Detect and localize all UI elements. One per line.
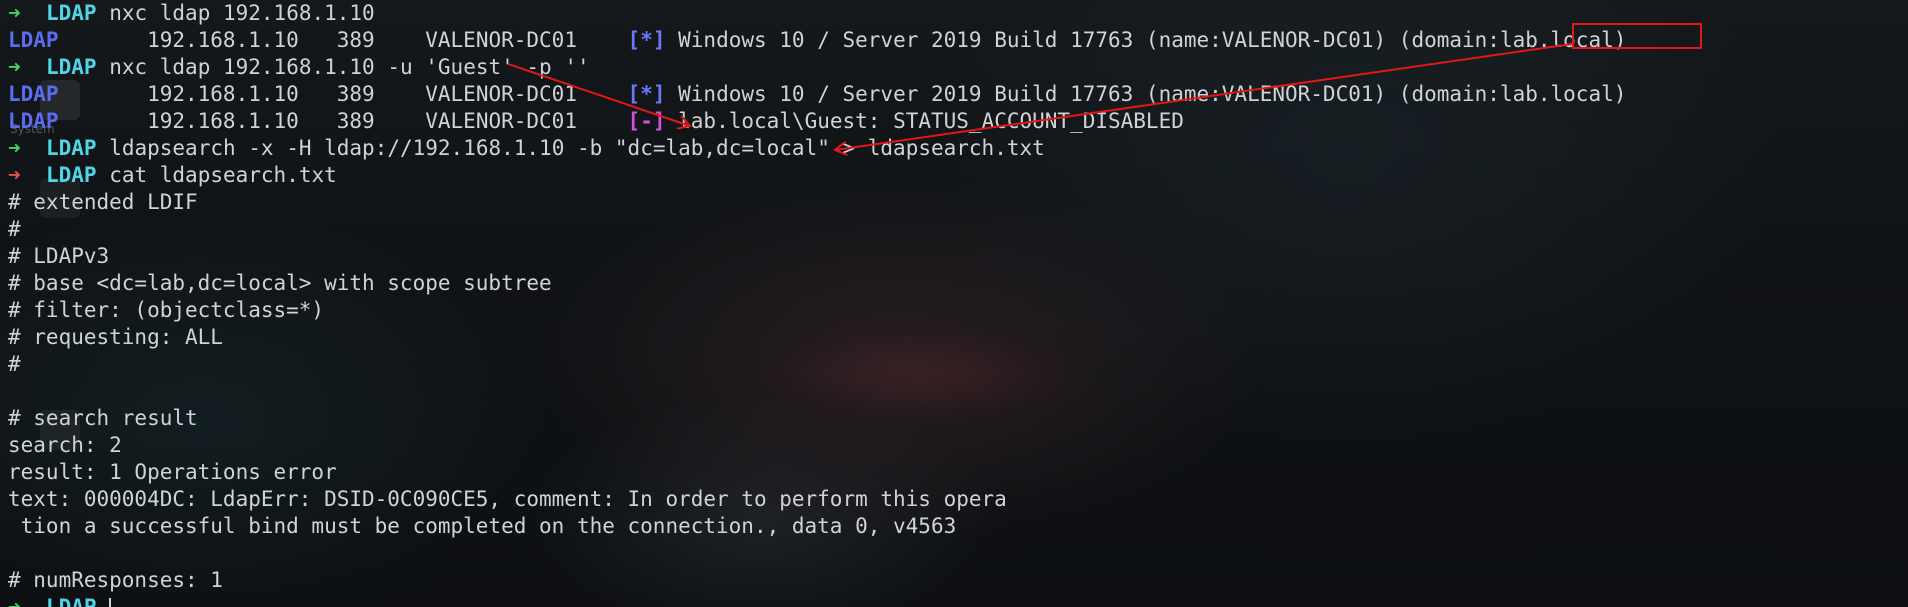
output-text: # numResponses: 1: [8, 568, 223, 592]
output-line: # search result: [8, 405, 1626, 432]
output-text: # filter: (objectclass=*): [8, 298, 325, 322]
output-text: text: 000004DC: LdapErr: DSID-0C090CE5, …: [8, 487, 1007, 511]
prompt-directory: LDAP: [45, 136, 97, 160]
nxc-output-line: LDAP 192.168.1.10 389 VALENOR-DC01 [*] W…: [8, 27, 1626, 54]
text-cursor[interactable]: [109, 598, 112, 607]
prompt-directory: LDAP: [45, 163, 97, 187]
prompt-directory: LDAP: [45, 1, 97, 25]
output-text: #: [8, 217, 21, 241]
host-name: VALENOR-DC01: [425, 82, 628, 106]
output-line: # extended LDIF: [8, 189, 1626, 216]
prompt-directory: LDAP: [45, 595, 97, 607]
prompt-directory: LDAP: [45, 55, 97, 79]
prompt-arrow-icon: ➜: [8, 136, 21, 160]
terminal-output: ➜ LDAP nxc ldap 192.168.1.10 LDAP 192.168…: [8, 0, 1626, 607]
output-line: # base <dc=lab,dc=local> with scope subt…: [8, 270, 1626, 297]
host-name: VALENOR-DC01: [425, 109, 628, 133]
output-line: # LDAPv3: [8, 243, 1626, 270]
prompt-line: ➜ LDAP nxc ldap 192.168.1.10 -u 'Guest' …: [8, 54, 1626, 81]
prompt-line: ➜ LDAP nxc ldap 192.168.1.10: [8, 0, 1626, 27]
output-line: result: 1 Operations error: [8, 459, 1626, 486]
status-marker: [*]: [627, 82, 666, 106]
output-text: search: 2: [8, 433, 122, 457]
output-line: #: [8, 351, 1626, 378]
protocol-label: LDAP: [8, 109, 148, 133]
terminal-window[interactable]: System ➜ LDAP nxc ldap 192.168.1.10 LDAP …: [0, 0, 1908, 607]
prompt-line: ➜ LDAP cat ldapsearch.txt: [8, 162, 1626, 189]
nxc-output-line: LDAP 192.168.1.10 389 VALENOR-DC01 [*] W…: [8, 81, 1626, 108]
prompt-line: ➜ LDAP ldapsearch -x -H ldap://192.168.1…: [8, 135, 1626, 162]
protocol-label: LDAP: [8, 82, 148, 106]
nxc-output-line: LDAP 192.168.1.10 389 VALENOR-DC01 [-] l…: [8, 108, 1626, 135]
host-ip: 192.168.1.10: [147, 28, 337, 52]
output-line: # requesting: ALL: [8, 324, 1626, 351]
port-number: 389: [336, 82, 426, 106]
output-line: #: [8, 216, 1626, 243]
output-line: tion a successful bind must be completed…: [8, 513, 1626, 540]
prompt-line: ➜ LDAP: [8, 594, 1626, 607]
output-text: tion a successful bind must be completed…: [8, 514, 957, 538]
status-marker: [*]: [627, 28, 666, 52]
result-message: Windows 10 / Server 2019 Build 17763 (na…: [678, 28, 1627, 52]
output-text: # base <dc=lab,dc=local> with scope subt…: [8, 271, 552, 295]
status-marker: [-]: [627, 109, 666, 133]
port-number: 389: [336, 28, 426, 52]
prompt-arrow-icon: ➜: [8, 1, 21, 25]
prompt-arrow-icon: ➜: [8, 595, 21, 607]
output-text: # extended LDIF: [8, 190, 198, 214]
prompt-arrow-icon: ➜: [8, 55, 21, 79]
host-ip: 192.168.1.10: [147, 82, 337, 106]
protocol-label: LDAP: [8, 28, 148, 52]
output-text: #: [8, 352, 21, 376]
output-line: # numResponses: 1: [8, 567, 1626, 594]
output-line: search: 2: [8, 432, 1626, 459]
host-name: VALENOR-DC01: [425, 28, 628, 52]
prompt-arrow-icon: ➜: [8, 163, 21, 187]
output-text: # LDAPv3: [8, 244, 110, 268]
command-text: cat ldapsearch.txt: [109, 163, 337, 187]
port-number: 389: [336, 109, 426, 133]
command-text: ldapsearch -x -H ldap://192.168.1.10 -b …: [109, 136, 1045, 160]
output-text: # search result: [8, 406, 198, 430]
output-line: text: 000004DC: LdapErr: DSID-0C090CE5, …: [8, 486, 1626, 513]
output-text: result: 1 Operations error: [8, 460, 337, 484]
host-ip: 192.168.1.10: [147, 109, 337, 133]
command-text: nxc ldap 192.168.1.10 -u 'Guest' -p '': [109, 55, 590, 79]
output-text: # requesting: ALL: [8, 325, 223, 349]
result-message: Windows 10 / Server 2019 Build 17763 (na…: [678, 82, 1627, 106]
result-message: lab.local\Guest: STATUS_ACCOUNT_DISABLED: [678, 109, 1184, 133]
command-text: nxc ldap 192.168.1.10: [109, 1, 375, 25]
output-line: # filter: (objectclass=*): [8, 297, 1626, 324]
annotation-highlight-box: [1572, 23, 1702, 49]
